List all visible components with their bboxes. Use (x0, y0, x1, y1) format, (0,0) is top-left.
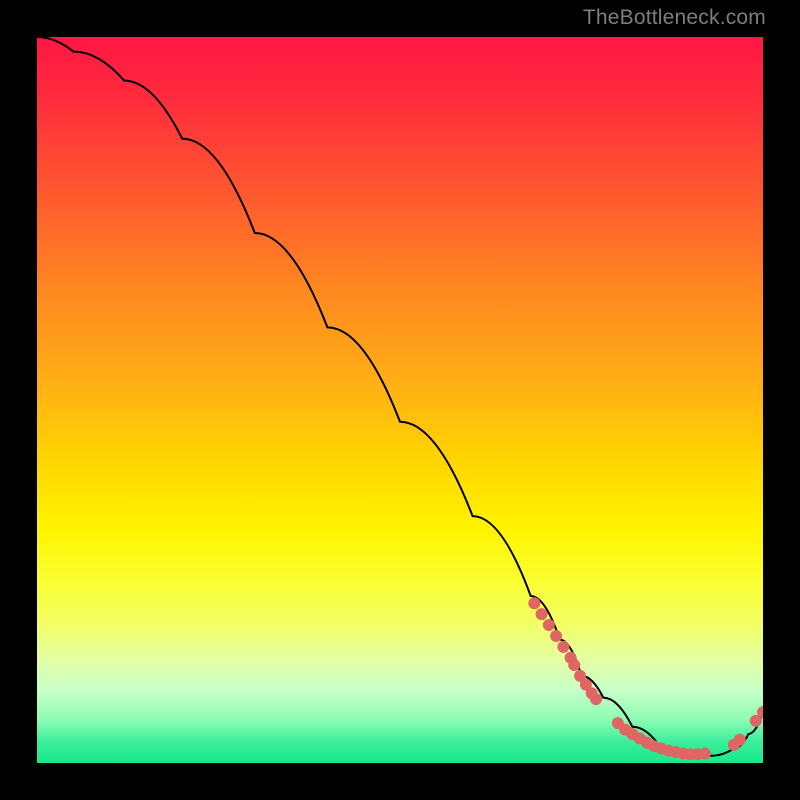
data-marker (590, 693, 602, 705)
marker-group (528, 597, 763, 760)
data-marker (574, 670, 586, 682)
data-marker (655, 742, 667, 754)
data-marker (750, 715, 762, 727)
data-marker (648, 740, 660, 752)
data-marker (612, 717, 624, 729)
data-marker (536, 608, 548, 620)
data-marker (568, 659, 580, 671)
data-marker (634, 732, 646, 744)
data-marker (626, 728, 638, 740)
data-marker (670, 746, 682, 758)
data-marker (641, 737, 653, 749)
data-marker (557, 641, 569, 653)
data-marker (684, 748, 696, 760)
data-marker (663, 745, 675, 757)
data-marker (543, 619, 555, 631)
data-marker (699, 748, 711, 760)
plot-area (37, 37, 763, 763)
data-marker (734, 734, 746, 746)
chart-stage: TheBottleneck.com (0, 0, 800, 800)
data-marker (580, 679, 592, 691)
data-marker (757, 706, 763, 718)
data-marker (550, 630, 562, 642)
data-marker (692, 748, 704, 760)
chart-svg (37, 37, 763, 763)
data-marker (586, 687, 598, 699)
watermark-text: TheBottleneck.com (583, 6, 766, 30)
data-marker (565, 652, 577, 664)
data-marker (619, 724, 631, 736)
data-marker (677, 748, 689, 760)
bottleneck-curve (37, 37, 763, 756)
data-marker (728, 739, 740, 751)
data-marker (528, 597, 540, 609)
